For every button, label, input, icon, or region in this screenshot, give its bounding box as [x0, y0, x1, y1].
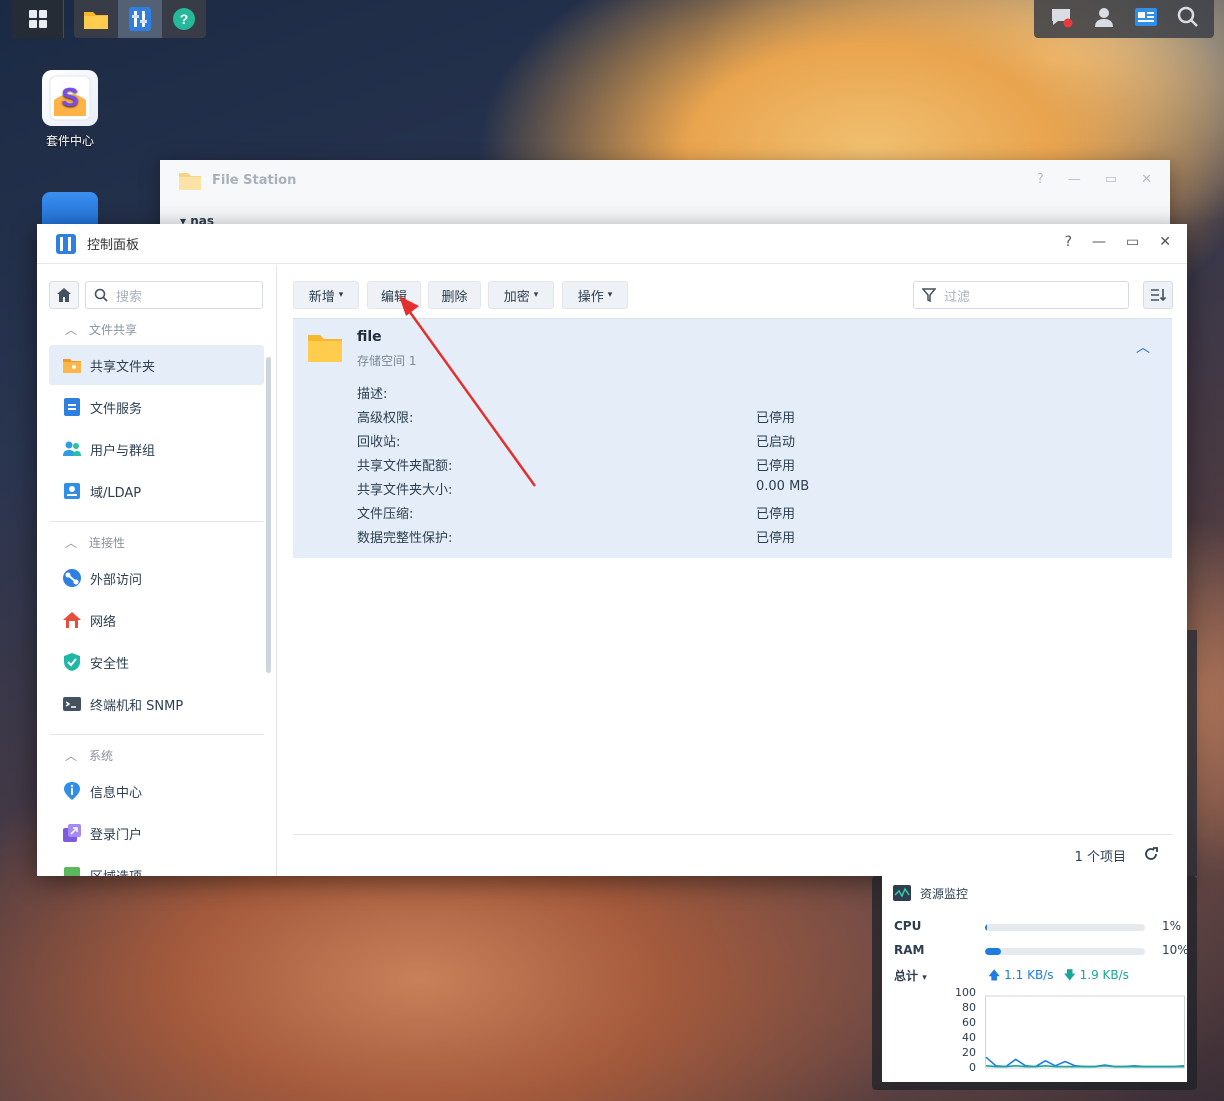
- download-rate: 🡇 1.9 KB/s: [1063, 966, 1128, 987]
- taskbar-file-station[interactable]: [74, 0, 118, 38]
- taskbar-control-panel[interactable]: [118, 0, 162, 38]
- minimize-icon[interactable]: —: [1068, 172, 1081, 187]
- folder-icon: [179, 173, 201, 190]
- annotation-arrow: [399, 296, 537, 487]
- window-title: File Station: [212, 172, 297, 188]
- folder-icon: [84, 12, 108, 29]
- y-tick: 60: [962, 1016, 976, 1029]
- desktop-package-center[interactable]: S 套件中心: [34, 70, 106, 149]
- background-window-edge: [1187, 630, 1197, 876]
- desktop-icon-label: 套件中心: [45, 134, 94, 148]
- cpu-percent: 1%: [1162, 919, 1182, 933]
- svg-text:S: S: [61, 82, 78, 112]
- window-title-bar[interactable]: File Station: [160, 160, 1170, 200]
- help-icon[interactable]: ?: [1037, 172, 1044, 187]
- control-panel-icon: [42, 192, 98, 228]
- chart-frame: [985, 995, 1185, 1069]
- control-panel-window[interactable]: 控制面板 ? — ▭ ✕ 搜索 ︿ 文件共享 共享文件夹 文件服务 用户与群组 …: [37, 224, 1187, 876]
- widget-title-label: 资源监控: [920, 886, 969, 901]
- arrow-down-icon: 🡇: [1063, 968, 1076, 982]
- resource-monitor-widget: 资源监控 CPU 1% RAM 10% 总计 ▾ 🡅 1.1 KB/s 🡇 1.…: [872, 876, 1197, 1090]
- svg-text:?: ?: [180, 11, 189, 27]
- total-label: 总计: [894, 969, 919, 983]
- maximize-icon[interactable]: ▭: [1105, 172, 1117, 187]
- ram-bar-fill: [985, 948, 1001, 955]
- taskbar-help[interactable]: ?: [162, 0, 206, 38]
- taskbar: ?: [12, 0, 206, 38]
- download-series-line: [985, 1064, 1184, 1068]
- ram-percent: 10%: [1162, 943, 1189, 957]
- help-icon: ?: [173, 8, 195, 30]
- y-tick: 20: [962, 1046, 976, 1059]
- widgets-icon[interactable]: [1134, 6, 1158, 32]
- system-tray: [1034, 0, 1214, 38]
- ram-bar: [985, 948, 1145, 955]
- caret-down-icon: ▾: [922, 973, 927, 983]
- upload-rate: 🡅 1.1 KB/s: [988, 966, 1053, 987]
- ram-label: RAM: [894, 943, 925, 957]
- chat-icon[interactable]: [1050, 6, 1074, 32]
- total-dropdown[interactable]: 总计 ▾: [894, 967, 927, 984]
- y-tick: 0: [969, 1061, 976, 1074]
- arrow-up-icon: 🡅: [988, 968, 1001, 982]
- y-tick: 80: [962, 1001, 976, 1014]
- control-panel-icon: [129, 7, 151, 31]
- window-controls: ? — ▭ ✕: [1037, 172, 1152, 187]
- y-tick: 100: [955, 986, 976, 999]
- download-value: 1.9 KB/s: [1079, 968, 1129, 982]
- widget-title: 资源监控: [892, 884, 968, 902]
- cpu-label: CPU: [894, 919, 922, 933]
- user-icon[interactable]: [1093, 6, 1115, 32]
- monitor-icon: [893, 885, 911, 901]
- grid-icon: [28, 10, 47, 28]
- y-tick: 40: [962, 1031, 976, 1044]
- cpu-bar-fill: [985, 924, 988, 931]
- package-center-icon: S: [42, 70, 98, 126]
- close-icon[interactable]: ✕: [1141, 172, 1152, 187]
- network-chart: [985, 995, 1185, 1069]
- search-icon[interactable]: [1177, 6, 1199, 32]
- main-menu-button[interactable]: [12, 0, 64, 38]
- cpu-bar: [985, 924, 1145, 931]
- taskbar-apps: ?: [74, 0, 206, 38]
- upload-value: 1.1 KB/s: [1004, 968, 1054, 982]
